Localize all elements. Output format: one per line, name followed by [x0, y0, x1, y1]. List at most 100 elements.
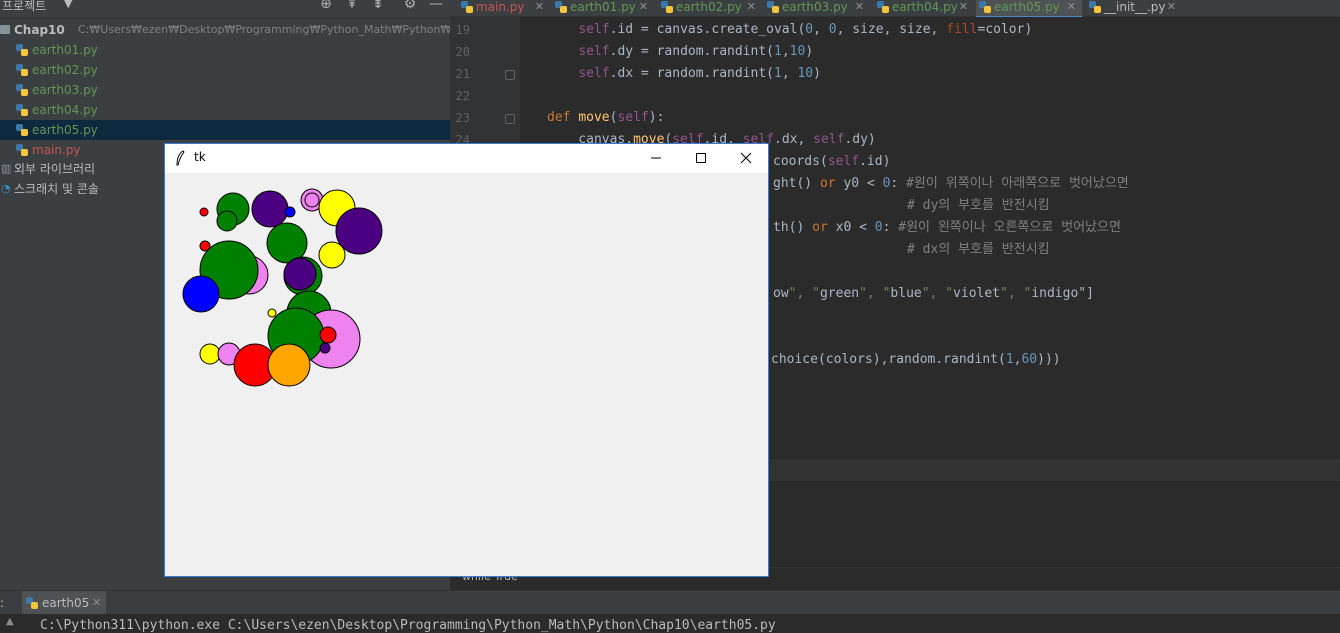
minimize-panel-icon[interactable]: — — [428, 0, 444, 12]
ball-red — [199, 207, 209, 217]
code-line: th() or x0 < 0: #원이 왼쪽이나 오른쪽으로 벗어났으면 — [773, 220, 1121, 235]
ball-indigo — [283, 257, 317, 291]
tree-file-earth04[interactable]: earth04.py — [0, 100, 450, 120]
scratch-icon: ◔ — [1, 182, 11, 195]
python-file-icon — [16, 104, 28, 116]
tree-file-earth03[interactable]: earth03.py — [0, 80, 450, 100]
ball-blue — [182, 275, 220, 313]
run-tab-earth05[interactable]: earth05 ✕ — [22, 591, 106, 615]
line-number: 23 — [455, 111, 470, 125]
ball-orange — [267, 343, 311, 387]
python-file-icon — [16, 64, 28, 76]
close-icon — [740, 152, 751, 164]
fold-marker-icon[interactable] — [505, 70, 515, 80]
ball-green — [216, 210, 238, 232]
python-file-icon — [767, 1, 779, 13]
tab-earth02[interactable]: earth02.py ✕ — [658, 0, 762, 16]
external-libraries-label: 외부 라이브러리 — [14, 162, 96, 176]
close-icon[interactable]: ✕ — [855, 0, 864, 14]
ball-blue — [284, 206, 296, 218]
file-label: earth05.py — [32, 123, 98, 137]
scratches-label: 스크래치 및 콘솔 — [14, 182, 99, 196]
expand-all-icon[interactable]: ⇟ — [370, 0, 386, 12]
code-line: def move(self): — [547, 110, 665, 125]
tab-earth04[interactable]: earth04.py ✕ — [874, 0, 974, 16]
collapse-all-icon[interactable]: ⇞ — [344, 0, 360, 12]
python-file-icon — [877, 1, 889, 13]
code-line: ght() or y0 < 0: #원이 위쪽이나 아래쪽으로 벗어났으면 — [773, 176, 1129, 191]
tk-maximize-button[interactable] — [678, 144, 723, 173]
console-output-line: C:\Python311\python.exe C:\Users\ezen\De… — [40, 618, 776, 633]
library-icon: ▥ — [1, 162, 12, 175]
folder-label: Chap10 — [14, 23, 65, 37]
python-file-icon — [16, 44, 28, 56]
close-icon[interactable]: ✕ — [535, 0, 544, 14]
tab-label: __init__.py — [1104, 0, 1166, 14]
tree-file-earth05[interactable]: earth05.py — [0, 120, 450, 140]
editor-tab-bar: main.py ✕ earth01.py ✕ earth02.py ✕ eart… — [450, 0, 1340, 18]
file-label: earth04.py — [32, 103, 98, 117]
line-number: 19 — [455, 23, 470, 37]
tk-window[interactable]: tk — [164, 143, 769, 577]
file-label: earth02.py — [32, 63, 98, 77]
fold-marker-icon[interactable] — [505, 114, 515, 124]
tk-close-button[interactable] — [723, 144, 768, 173]
tab-main[interactable]: main.py ✕ — [458, 0, 550, 16]
tab-label: earth04.py — [892, 0, 958, 14]
tree-file-earth01[interactable]: earth01.py — [0, 40, 450, 60]
close-icon[interactable]: ✕ — [92, 596, 101, 609]
tab-label: main.py — [476, 0, 525, 14]
line-number: 21 — [455, 67, 470, 81]
rerun-up-icon[interactable]: ▲ — [6, 616, 14, 627]
tab-label: earth01.py — [570, 0, 636, 14]
ball-indigo — [319, 342, 331, 354]
tk-titlebar[interactable]: tk — [165, 144, 768, 173]
file-label: main.py — [32, 143, 81, 157]
python-file-icon — [16, 124, 28, 136]
project-view-dropdown-icon[interactable]: ▼ — [64, 0, 72, 10]
run-panel-header: : earth05 ✕ — [0, 590, 1340, 615]
code-line: # dx의 부호를 반전시킴 — [907, 242, 1050, 257]
tab-init[interactable]: __init__.py ✕ — [1086, 0, 1182, 16]
line-number: 22 — [455, 89, 470, 103]
python-file-icon — [16, 84, 28, 96]
line-number: 20 — [455, 45, 470, 59]
tree-file-earth02[interactable]: earth02.py — [0, 60, 450, 80]
tree-folder-chap10[interactable]: Chap10 C:₩Users₩ezen₩Desktop₩Programming… — [0, 20, 494, 40]
tk-canvas[interactable] — [165, 173, 768, 576]
tk-feather-icon — [176, 150, 185, 166]
close-icon[interactable]: ✕ — [1067, 0, 1076, 14]
tab-label: earth03.py — [782, 0, 848, 14]
code-line: choice(colors),random.randint(1,60))) — [771, 352, 1061, 367]
code-line: coords(self.id) — [773, 154, 891, 169]
python-file-icon — [979, 1, 991, 13]
file-label: earth03.py — [32, 83, 98, 97]
locate-crosshair-icon[interactable]: ⊕ — [318, 0, 334, 12]
ball-red — [319, 326, 337, 344]
project-title[interactable]: 프로젝트 — [2, 0, 46, 14]
maximize-icon — [695, 153, 706, 163]
code-line: self.id = canvas.create_oval(0, 0, size,… — [578, 22, 1033, 37]
close-icon[interactable]: ✕ — [1167, 0, 1176, 14]
tk-minimize-button[interactable] — [633, 144, 678, 173]
project-header: 프로젝트 ▼ ⊕ ⇞ ⇟ ⚙ — — [0, 0, 450, 19]
close-icon[interactable]: ✕ — [639, 0, 648, 14]
close-icon[interactable]: ✕ — [747, 0, 756, 14]
run-console[interactable]: ▲ C:\Python311\python.exe C:\Users\ezen\… — [0, 614, 1340, 633]
code-line: ow", "green", "blue", "violet", "indigo"… — [773, 286, 1094, 301]
tab-earth01[interactable]: earth01.py ✕ — [552, 0, 654, 16]
folder-path: C:₩Users₩ezen₩Desktop₩Programming₩Python… — [78, 23, 494, 36]
close-icon[interactable]: ✕ — [959, 0, 968, 14]
file-label: earth01.py — [32, 43, 98, 57]
ball-indigo — [251, 190, 289, 228]
python-file-icon — [16, 144, 28, 156]
python-file-icon — [661, 1, 673, 13]
tab-earth03[interactable]: earth03.py ✕ — [764, 0, 870, 16]
tab-earth05[interactable]: earth05.py ✕ — [976, 0, 1082, 18]
python-file-icon — [461, 1, 473, 13]
gear-icon[interactable]: ⚙ — [402, 0, 418, 12]
run-label: : — [0, 596, 5, 610]
ball-yellow — [199, 343, 221, 365]
ball-yellow — [267, 308, 277, 318]
python-file-icon — [555, 1, 567, 13]
